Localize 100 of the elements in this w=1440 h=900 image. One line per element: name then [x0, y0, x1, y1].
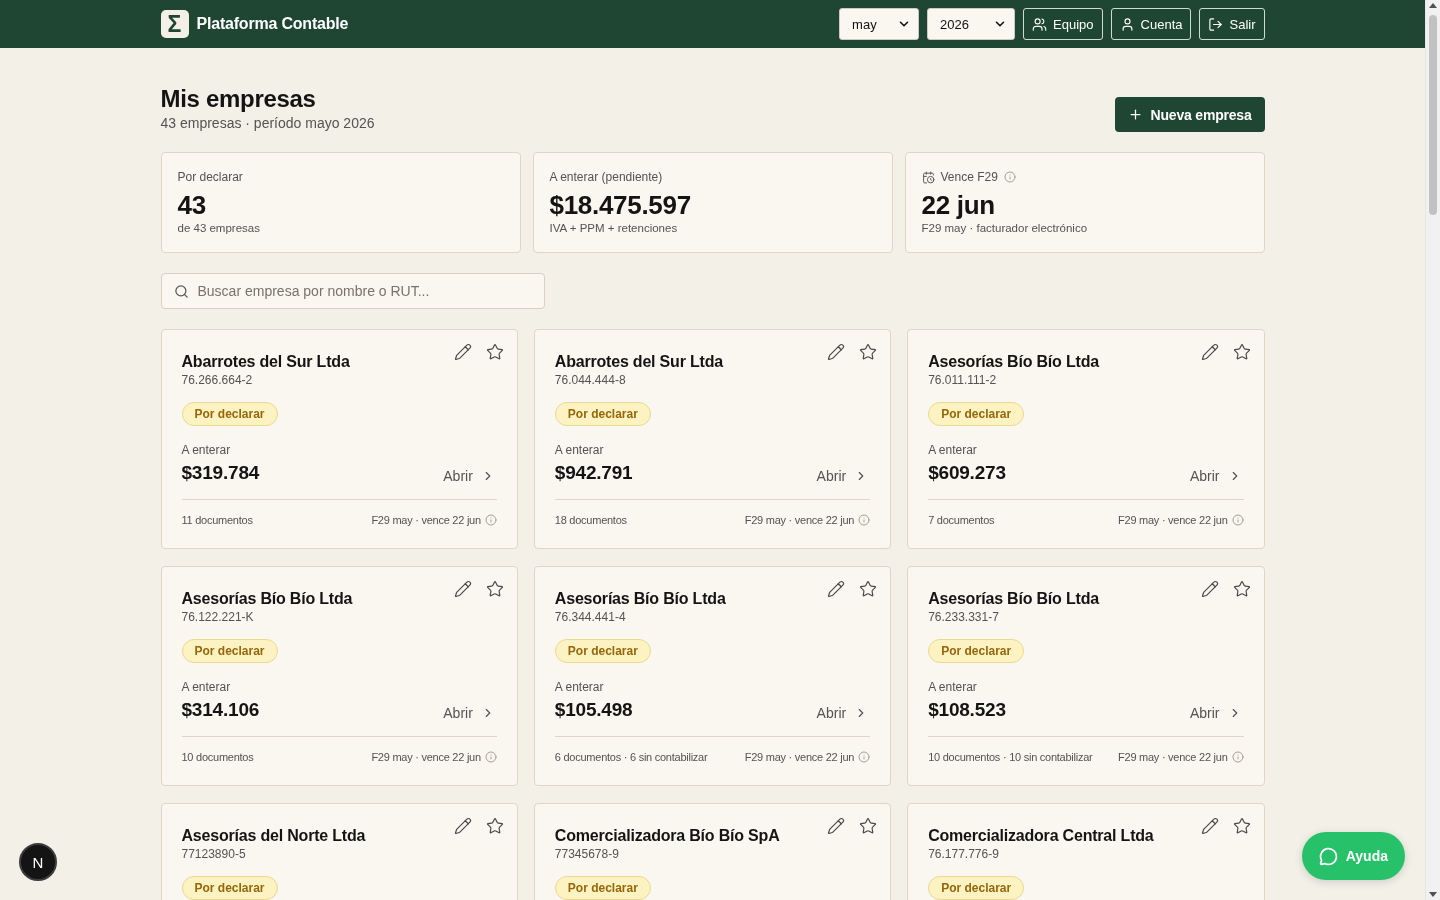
pencil-icon[interactable] [827, 580, 846, 598]
search-icon [173, 284, 189, 299]
company-name: Asesorías del Norte Ltda [181, 826, 366, 846]
pencil-icon[interactable] [1200, 580, 1219, 598]
company-rut: 76.177.776-9 [928, 846, 1000, 862]
pencil-icon[interactable] [1200, 343, 1219, 361]
scrollbar-thumb[interactable] [1429, 15, 1437, 215]
status-tag: Por declarar [554, 876, 651, 900]
status-tag: Por declarar [181, 639, 278, 663]
open-link[interactable]: Abrir [1189, 704, 1242, 722]
amount-value: $942.791 [554, 461, 633, 485]
amount-value: $108.523 [928, 698, 1006, 722]
company-name: Comercializadora Bío Bío SpA [554, 826, 780, 846]
search-field[interactable]: Buscar empresa por nombre o RUT... [160, 273, 545, 309]
amount-label: A enterar [181, 442, 232, 458]
due-date: F29 may · vence 22 jun [371, 513, 481, 528]
due-date: F29 may · vence 22 jun [1118, 513, 1228, 528]
open-link[interactable]: Abrir [1189, 467, 1242, 485]
amount-value: $314.106 [181, 698, 260, 722]
scroll-up-icon[interactable] [1429, 3, 1437, 8]
scroll-down-icon[interactable] [1429, 892, 1437, 897]
header-button[interactable]: Equipo [1023, 8, 1103, 40]
star-icon[interactable] [485, 343, 504, 361]
new-company-button[interactable]: Nueva empresa [1114, 97, 1265, 132]
stat-note: IVA + PPM + retenciones [549, 221, 679, 235]
star-icon[interactable] [859, 580, 878, 598]
stat-label: Por declarar [177, 169, 243, 185]
amount-label: A enterar [181, 679, 232, 695]
header-button[interactable]: Cuenta [1110, 8, 1192, 40]
amount-label: A enterar [928, 679, 978, 695]
company-rut: 77123890-5 [181, 846, 247, 862]
company-rut: 76.266.664-2 [181, 372, 254, 388]
amount-label: A enterar [928, 442, 978, 458]
open-link[interactable]: Abrir [443, 704, 495, 722]
company-name: Asesorías Bío Bío Ltda [928, 352, 1099, 372]
due-date: F29 may · vence 22 jun [1118, 750, 1228, 765]
due-date: F29 may · vence 22 jun [744, 750, 855, 765]
documents-count: 18 documentos [554, 513, 627, 528]
star-icon[interactable] [859, 817, 878, 835]
star-icon[interactable] [859, 343, 878, 361]
star-icon[interactable] [1232, 343, 1251, 361]
pencil-icon[interactable] [827, 343, 846, 361]
open-link[interactable]: Abrir [443, 467, 495, 485]
pencil-icon[interactable] [827, 817, 846, 835]
company-name: Asesorías Bío Bío Ltda [928, 589, 1099, 609]
documents-count: 7 documentos [928, 513, 995, 528]
pencil-icon[interactable] [453, 817, 472, 835]
company-name: Asesorías Bío Bío Ltda [181, 589, 353, 609]
pencil-icon[interactable] [453, 580, 472, 598]
due-date: F29 may · vence 22 jun [371, 750, 481, 765]
logo-mark: Σ [160, 10, 189, 38]
company-rut: 77345678-9 [554, 846, 620, 862]
open-link[interactable]: Abrir [816, 467, 869, 485]
company-name: Abarrotes del Sur Ltda [181, 352, 350, 372]
star-icon[interactable] [1232, 817, 1251, 835]
status-tag: Por declarar [554, 639, 651, 663]
chat-bubble-icon [1318, 846, 1338, 866]
status-tag: Por declarar [928, 639, 1025, 663]
company-rut: 76.044.444-8 [554, 372, 627, 388]
star-icon[interactable] [485, 817, 504, 835]
page-title: Mis empresas [160, 84, 317, 113]
status-tag: Por declarar [928, 402, 1025, 426]
documents-count: 10 documentos · 10 sin contabilizar [928, 750, 1093, 765]
company-rut: 76.233.331-7 [928, 609, 1000, 625]
app-title: Plataforma Contable [196, 15, 349, 33]
month-select[interactable]: may [839, 8, 920, 40]
open-link[interactable]: Abrir [816, 704, 869, 722]
status-tag: Por declarar [554, 402, 651, 426]
star-icon[interactable] [1232, 580, 1251, 598]
calendar-clock-icon [921, 170, 935, 184]
logout-icon [1208, 16, 1224, 32]
plus-icon [1127, 107, 1143, 122]
amount-value: $609.273 [928, 461, 1006, 485]
stat-label: Vence F29 [940, 169, 998, 185]
due-date: F29 may · vence 22 jun [744, 513, 855, 528]
year-select[interactable]: 2026 [927, 8, 1016, 40]
user-icon [1119, 16, 1135, 32]
status-tag: Por declarar [928, 876, 1025, 900]
scrollbar[interactable] [1425, 0, 1440, 900]
pencil-icon[interactable] [453, 343, 472, 361]
company-name: Abarrotes del Sur Ltda [554, 352, 723, 372]
status-tag: Por declarar [181, 402, 278, 426]
stat-value: $18.475.597 [549, 189, 692, 221]
company-name: Asesorías Bío Bío Ltda [554, 589, 726, 609]
amount-label: A enterar [554, 442, 605, 458]
status-tag: Por declarar [181, 876, 278, 900]
stat-label: A enterar (pendiente) [549, 169, 663, 185]
documents-count: 10 documentos [181, 750, 254, 765]
dev-indicator-button[interactable]: N [19, 843, 57, 881]
stat-note: F29 may · facturador electrónico [921, 221, 1089, 235]
star-icon[interactable] [485, 580, 504, 598]
header-button[interactable]: Salir [1199, 8, 1265, 40]
documents-count: 6 documentos · 6 sin contabilizar [554, 750, 708, 765]
page-subtitle: 43 empresas · período mayo 2026 [160, 114, 375, 132]
pencil-icon[interactable] [1200, 817, 1219, 835]
company-rut: 76.344.441-4 [554, 609, 627, 625]
stat-value: 43 [177, 189, 207, 221]
amount-value: $319.784 [181, 461, 260, 485]
company-name: Comercializadora Central Ltda [928, 826, 1154, 846]
company-rut: 76.011.111-2 [928, 372, 998, 388]
